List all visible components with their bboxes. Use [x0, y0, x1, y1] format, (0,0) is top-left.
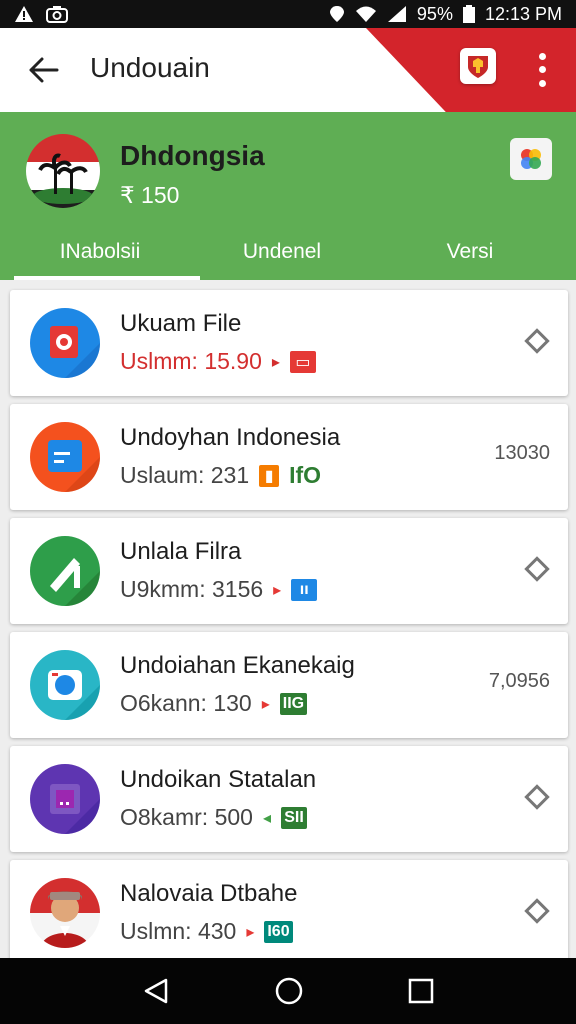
item-meta: O8kamr: 500 ◂ SII	[120, 804, 307, 831]
item-meta: U9kmm: 3156 ▸ ıı	[120, 576, 318, 603]
tab-bar: INabolsii Undenel Versi	[0, 224, 576, 280]
tab-versi[interactable]: Versi	[364, 224, 576, 280]
crest-button[interactable]	[460, 48, 496, 84]
item-name: Undoyhan Indonesia	[120, 424, 341, 451]
item-arrow: ▸	[273, 581, 282, 599]
item-meta: Uslmm: 15.90 ▸ ▭	[120, 348, 316, 375]
diamond-icon[interactable]	[524, 784, 550, 810]
item-arrow: ▸	[246, 923, 255, 941]
pencil-icon	[30, 536, 100, 606]
arrow-back-icon	[29, 57, 59, 83]
item-tag: IIG	[279, 692, 308, 715]
nav-recents-icon[interactable]	[408, 978, 434, 1004]
wifi-icon	[355, 6, 376, 22]
tab-undenel[interactable]: Undenel	[200, 224, 364, 280]
item-tag: IfO	[289, 462, 322, 488]
item-usage: Uslaum: 231	[120, 462, 250, 488]
back-button[interactable]	[22, 48, 66, 92]
signal-icon	[387, 6, 406, 22]
profile-title: Dhdongsia	[120, 140, 265, 171]
app-list: Ukuam File Uslmm: 15.90 ▸ ▭ Undoyhan Ind…	[10, 290, 568, 974]
item-name: Unlala Filra	[120, 538, 242, 565]
item-usage: O8kamr: 500	[120, 804, 253, 830]
person-avatar-icon	[30, 878, 100, 948]
calendar-icon	[30, 422, 100, 492]
item-usage: O6kann: 130	[120, 690, 252, 716]
item-name: Ukuam File	[120, 310, 242, 337]
item-tag: SII	[280, 806, 307, 829]
item-count: 7,0956	[488, 670, 550, 692]
item-meta: Uslmn: 430 ▸ I60	[120, 918, 293, 945]
item-flag: ▮	[259, 464, 280, 487]
item-name: Undoiahan Ekanekaig	[120, 652, 355, 679]
item-count: 13030	[494, 442, 550, 464]
profile-balance: ₹ 150	[120, 182, 180, 208]
list-item[interactable]: Ukuam File Uslmm: 15.90 ▸ ▭	[10, 290, 568, 396]
nav-home-icon[interactable]	[274, 976, 304, 1006]
location-icon	[329, 6, 344, 22]
item-arrow: ◂	[262, 809, 271, 827]
file-icon	[30, 308, 100, 378]
crest-icon	[468, 56, 488, 78]
item-usage: Uslmn: 430	[120, 918, 237, 944]
system-nav-bar	[0, 958, 576, 1024]
item-meta: Uslaum: 231 ▮ IfO	[120, 462, 321, 489]
status-bar: 95% 12:13 PM	[0, 0, 576, 28]
diamond-icon[interactable]	[524, 328, 550, 354]
folder-icon	[30, 764, 100, 834]
google-app-button[interactable]	[510, 138, 552, 180]
tab-inabolsii[interactable]: INabolsii	[0, 224, 200, 280]
item-arrow: ▸	[261, 695, 270, 713]
list-item[interactable]: Unlala Filra U9kmm: 3156 ▸ ıı	[10, 518, 568, 624]
diamond-icon[interactable]	[524, 898, 550, 924]
item-name: Undoikan Statalan	[120, 766, 317, 793]
item-tag: I60	[264, 920, 293, 943]
list-item[interactable]: Undoyhan Indonesia Uslaum: 231 ▮ IfO 130…	[10, 404, 568, 510]
list-item[interactable]: Undoiahan Ekanekaig O6kann: 130 ▸ IIG 7,…	[10, 632, 568, 738]
more-menu-button[interactable]	[532, 50, 552, 90]
item-usage: Uslmm: 15.90	[120, 348, 262, 374]
profile-header: Dhdongsia ₹ 150 INabolsii Undenel Versi	[0, 112, 576, 280]
item-meta: O6kann: 130 ▸ IIG	[120, 690, 308, 717]
item-usage: U9kmm: 3156	[120, 576, 264, 602]
more-vert-icon	[538, 53, 546, 61]
item-tag: ▭	[289, 350, 316, 373]
item-arrow: ▸	[271, 353, 280, 371]
diamond-icon[interactable]	[524, 556, 550, 582]
battery-percent: 95%	[416, 3, 453, 24]
item-tag: ıı	[291, 578, 318, 601]
list-item[interactable]: Undoikan Statalan O8kamr: 500 ◂ SII	[10, 746, 568, 852]
camera-app-icon	[30, 650, 100, 720]
indonesia-flag-icon	[26, 134, 100, 208]
nav-back-icon[interactable]	[142, 977, 170, 1005]
camera-icon	[46, 6, 68, 23]
item-name: Nalovaia Dtbahe	[120, 880, 298, 907]
page-title: Undouain	[90, 52, 210, 83]
app-bar: Undouain	[0, 28, 576, 112]
google-app-icon	[521, 149, 541, 169]
list-item[interactable]: Nalovaia Dtbahe Uslmn: 430 ▸ I60	[10, 860, 568, 966]
clock: 12:13 PM	[484, 3, 562, 24]
warning-icon	[15, 6, 33, 22]
battery-icon	[462, 5, 475, 23]
